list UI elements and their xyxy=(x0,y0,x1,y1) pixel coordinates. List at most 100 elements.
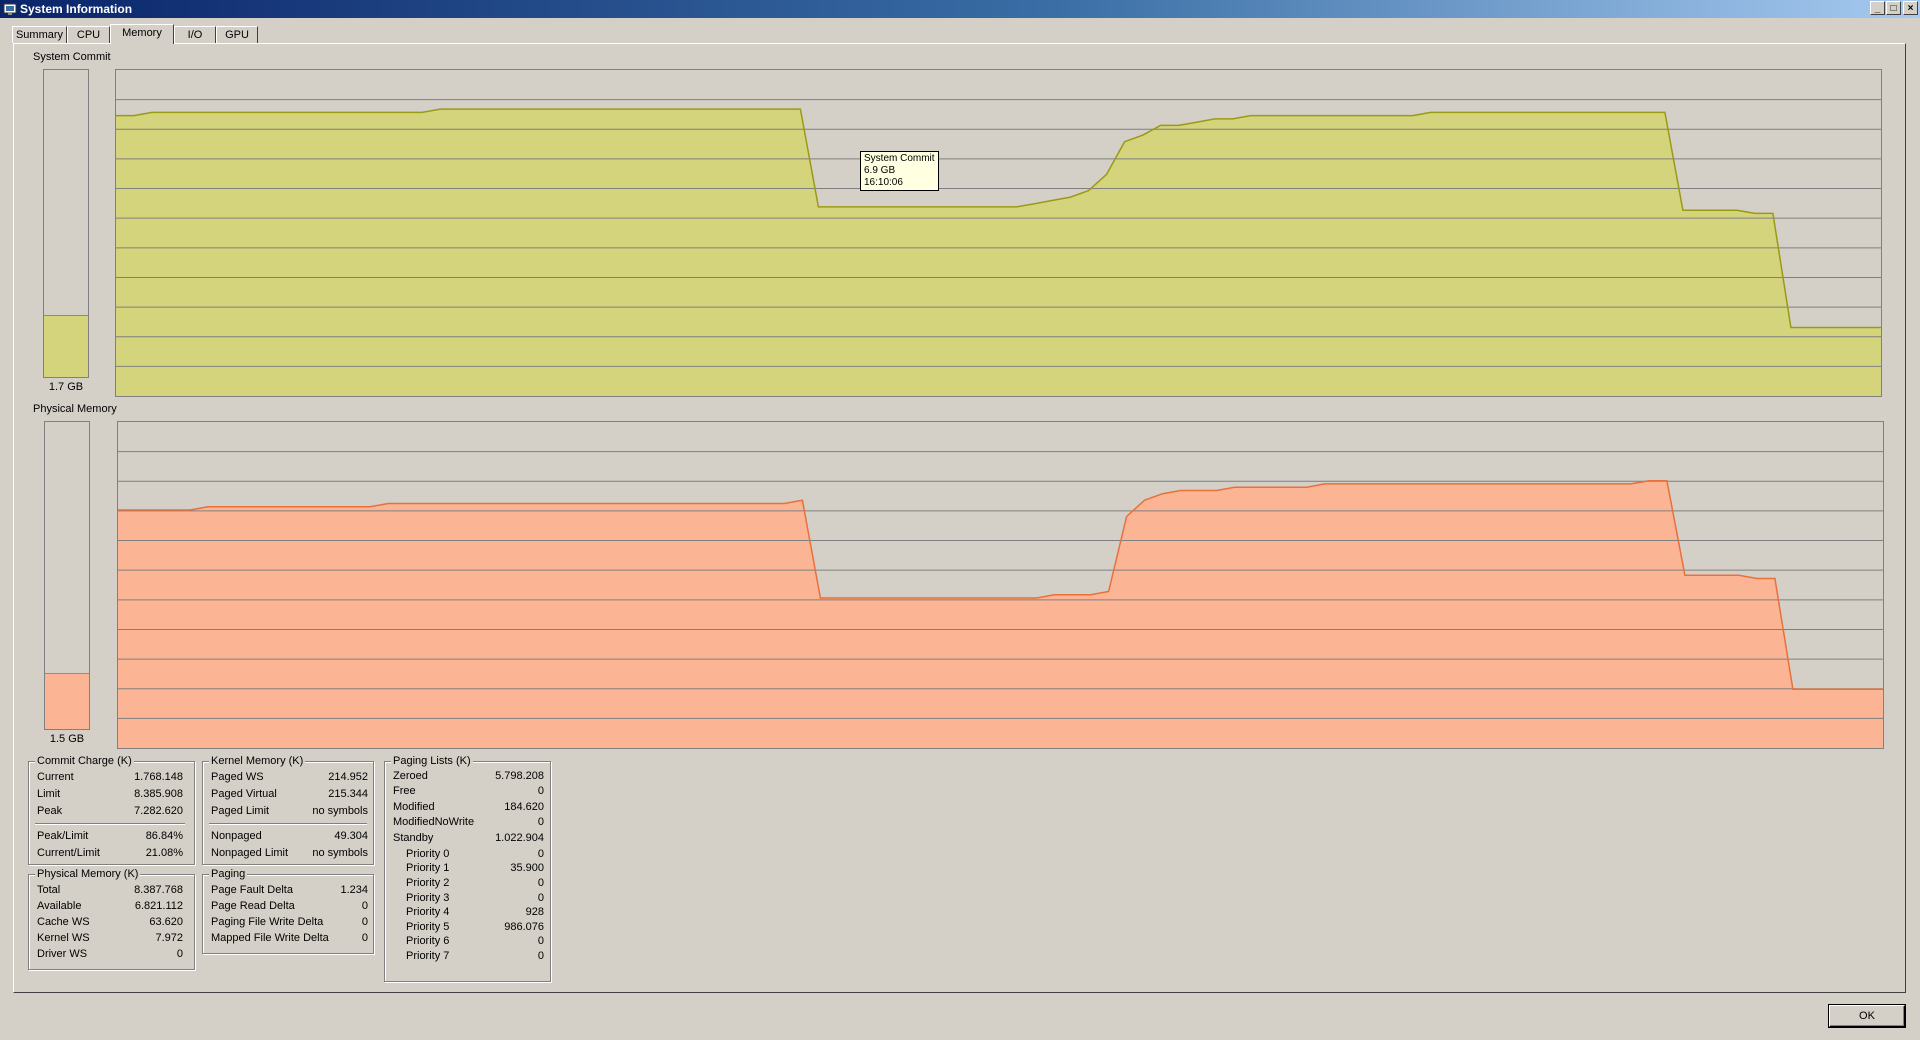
row-key: Total xyxy=(37,884,61,896)
row-value: 0 xyxy=(537,848,544,860)
commit-history-area xyxy=(116,109,1881,396)
row-value: 63.620 xyxy=(149,916,183,928)
row-value: 0 xyxy=(537,935,544,947)
title-bar: System Information _ □ × xyxy=(0,0,1920,18)
kernel-memory-group: Kernel Memory (K) Paged WS 214.952 Paged … xyxy=(202,755,374,865)
row-key: ModifiedNoWrite xyxy=(393,816,475,828)
row-key: Paged WS xyxy=(211,771,264,783)
kernel-nonpaged-limit-row: Nonpaged Limit no symbols xyxy=(211,846,368,861)
row-key: Priority 7 xyxy=(406,950,450,962)
row-value: 7.972 xyxy=(155,932,183,944)
tooltip-series: System Commit xyxy=(864,153,935,164)
row-value: 86.84% xyxy=(145,830,183,842)
row-value: 214.952 xyxy=(328,771,368,783)
row-key: Nonpaged Limit xyxy=(211,847,289,859)
row-key: Modified xyxy=(393,801,435,813)
maximize-button[interactable]: □ xyxy=(1886,1,1901,15)
paging-lists-group: Paging Lists (K) Zeroed 5.798.208 Free 0 M… xyxy=(384,755,551,982)
tab-cpu[interactable]: CPU xyxy=(67,26,110,43)
kernel-paged-virtual-row: Paged Virtual 215.344 xyxy=(211,787,368,802)
row-value: 215.344 xyxy=(328,788,368,800)
tooltip-time: 16:10:06 xyxy=(864,177,903,188)
row-value: 0 xyxy=(361,900,368,912)
commit-current-limit-row: Current/Limit 21.08% xyxy=(37,846,183,861)
row-value: 7.282.620 xyxy=(134,805,183,817)
row-value: no symbols xyxy=(312,805,368,817)
commit-peak-limit-row: Peak/Limit 86.84% xyxy=(37,829,183,844)
priority-row: Priority 4 928 xyxy=(406,905,544,920)
paging-file-write-delta-row: Paging File Write Delta 0 xyxy=(211,915,368,930)
priority-row: Priority 3 0 xyxy=(406,891,544,906)
row-value: 0 xyxy=(537,816,544,828)
kernel-paged-ws-row: Paged WS 214.952 xyxy=(211,770,368,785)
system-commit-graph[interactable] xyxy=(115,69,1882,397)
physical-driver-ws-row: Driver WS 0 xyxy=(37,947,183,962)
tab-summary[interactable]: Summary xyxy=(12,26,67,43)
physical-history-area xyxy=(118,480,1883,748)
row-key: Priority 2 xyxy=(406,877,450,889)
kernel-nonpaged-row: Nonpaged 49.304 xyxy=(211,829,368,844)
row-value: 0 xyxy=(537,877,544,889)
row-value: 0 xyxy=(537,950,544,962)
tab-gpu[interactable]: GPU xyxy=(216,26,258,43)
mapped-file-write-delta-row: Mapped File Write Delta 0 xyxy=(211,931,368,946)
paging-title: Paging xyxy=(209,868,248,880)
close-button[interactable]: × xyxy=(1903,1,1918,15)
physical-kernel-ws-row: Kernel WS 7.972 xyxy=(37,931,183,946)
row-value: 928 xyxy=(525,906,544,918)
minimize-button[interactable]: _ xyxy=(1870,1,1885,15)
system-commit-chart xyxy=(116,99,1881,396)
paging-modified-nowrite-row: ModifiedNoWrite 0 xyxy=(393,815,544,830)
physical-memory-graph[interactable] xyxy=(117,421,1884,749)
system-commit-meter xyxy=(43,69,89,378)
row-key: Free xyxy=(393,785,416,797)
row-key: Priority 0 xyxy=(406,848,450,860)
priority-row: Priority 1 35.900 xyxy=(406,861,544,876)
row-value: 5.798.208 xyxy=(495,770,544,782)
row-value: 1.022.904 xyxy=(495,832,544,844)
commit-current-row: Current 1.768.148 xyxy=(37,770,183,785)
row-key: Current xyxy=(37,771,74,783)
paging-modified-row: Modified 184.620 xyxy=(393,800,544,815)
paging-free-row: Free 0 xyxy=(393,784,544,799)
commit-limit-row: Limit 8.385.908 xyxy=(37,787,183,802)
row-key: Cache WS xyxy=(37,916,90,928)
row-key: Limit xyxy=(37,788,61,800)
window-title: System Information xyxy=(20,2,133,16)
divider xyxy=(35,823,185,825)
kernel-memory-title: Kernel Memory (K) xyxy=(209,755,306,767)
row-key: Kernel WS xyxy=(37,932,90,944)
physical-memory-group: Physical Memory (K) Total 8.387.768 Avail… xyxy=(28,868,195,970)
commit-peak-row: Peak 7.282.620 xyxy=(37,804,183,819)
row-key: Zeroed xyxy=(393,770,428,782)
row-key: Priority 6 xyxy=(406,935,450,947)
commit-charge-title: Commit Charge (K) xyxy=(35,755,134,767)
tab-memory[interactable]: Memory xyxy=(110,24,174,44)
row-key: Priority 3 xyxy=(406,892,450,904)
physical-memory-meter xyxy=(44,421,90,730)
row-value: no symbols xyxy=(312,847,368,859)
commit-charge-group: Commit Charge (K) Current 1.768.148 Limit… xyxy=(28,755,195,865)
row-value: 184.620 xyxy=(504,801,544,813)
row-value: 1.234 xyxy=(340,884,368,896)
row-value: 0 xyxy=(361,932,368,944)
row-key: Priority 1 xyxy=(406,862,450,874)
priority-row: Priority 2 0 xyxy=(406,876,544,891)
row-value: 0 xyxy=(537,785,544,797)
tab-io[interactable]: I/O xyxy=(174,26,216,43)
paging-lists-title: Paging Lists (K) xyxy=(391,755,473,767)
row-key: Priority 5 xyxy=(406,921,450,933)
row-key: Nonpaged xyxy=(211,830,262,842)
priority-row: Priority 5 986.076 xyxy=(406,920,544,935)
row-key: Peak/Limit xyxy=(37,830,89,842)
priority-row: Priority 6 0 xyxy=(406,934,544,949)
app-icon xyxy=(3,3,17,15)
graph-tooltip: System Commit 6.9 GB 16:10:06 xyxy=(860,151,939,191)
tooltip-value: 6.9 GB xyxy=(864,165,896,176)
physical-available-row: Available 6.821.112 xyxy=(37,899,183,914)
paging-group: Paging Page Fault Delta 1.234 Page Read D… xyxy=(202,868,374,954)
system-commit-meter-fill xyxy=(44,314,88,377)
page-fault-delta-row: Page Fault Delta 1.234 xyxy=(211,883,368,898)
paging-zeroed-row: Zeroed 5.798.208 xyxy=(393,769,544,784)
ok-button[interactable]: OK xyxy=(1828,1004,1906,1028)
